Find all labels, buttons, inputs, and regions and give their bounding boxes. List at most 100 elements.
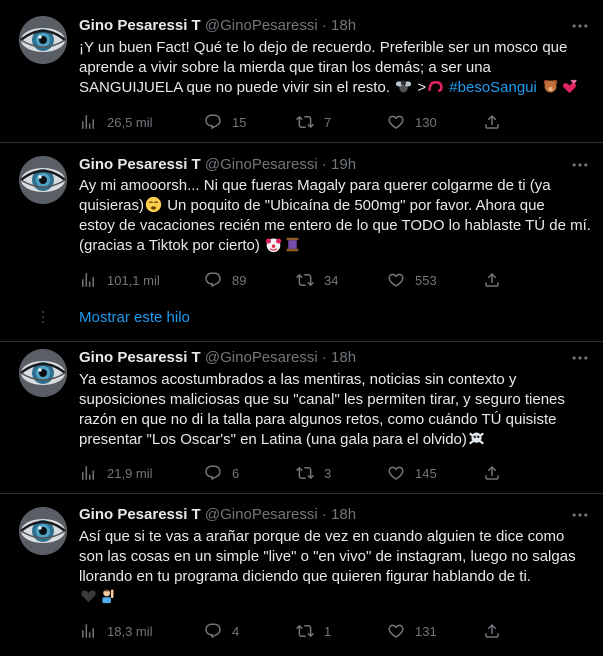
more-icon[interactable] (570, 505, 590, 525)
black-heart-emoji-icon (81, 590, 96, 603)
retweet-count: 7 (324, 114, 332, 130)
clown-face-emoji-icon (265, 238, 282, 253)
reply-button[interactable]: 15 (204, 112, 246, 132)
reply-button[interactable]: 6 (204, 463, 239, 483)
avatar[interactable] (19, 349, 67, 397)
separator: · (321, 506, 327, 523)
tweet-line: presentar "Los Oscar's" en Latina (una g… (79, 430, 589, 450)
tweet-actions: 26,5 mil 15 7 130 (79, 112, 589, 132)
share-icon (483, 113, 501, 131)
tweet-header: Gino Pesaressi T @GinoPesaressi · 18h (79, 348, 356, 368)
tweet[interactable]: Gino Pesaressi T @GinoPesaressi · 18h Ya… (0, 342, 603, 494)
like-button[interactable]: 553 (387, 270, 437, 290)
tweet-text: ¡Y un buen Fact! Qué te lo dejo de recue… (79, 38, 589, 98)
views-icon (79, 464, 97, 482)
like-count: 145 (415, 465, 437, 481)
tweet[interactable]: Gino Pesaressi T @GinoPesaressi · 18h ¡Y… (0, 0, 603, 143)
share-button[interactable] (483, 112, 501, 132)
display-name[interactable]: Gino Pesaressi T (79, 506, 201, 523)
display-name[interactable]: Gino Pesaressi T (79, 17, 201, 34)
views-button[interactable]: 101,1 mil (79, 270, 160, 290)
like-icon (387, 271, 405, 289)
avatar[interactable] (19, 507, 67, 555)
like-icon (387, 464, 405, 482)
share-icon (483, 622, 501, 640)
tweet-line: aprende a vivir sobre la mierda que tira… (79, 59, 491, 76)
views-icon (79, 622, 97, 640)
tweet-line: ¡Y un buen Fact! Qué te lo dejo de recue… (79, 39, 568, 56)
retweet-button[interactable]: 1 (296, 621, 331, 641)
user-handle[interactable]: @GinoPesaressi (205, 349, 318, 366)
timestamp[interactable]: 18h (331, 506, 356, 523)
retweet-count: 1 (324, 623, 332, 639)
timestamp[interactable]: 18h (331, 17, 356, 34)
share-button[interactable] (483, 621, 501, 641)
views-icon (79, 113, 97, 131)
retweet-button[interactable]: 7 (296, 112, 331, 132)
tweet-line-text: (gracias a Tiktok por cierto) (79, 237, 260, 254)
tweet-text: Ay mi amooorsh... Ni que fueras Magaly p… (79, 176, 591, 256)
tweet-line: SANGUIJUELA que no puede vivir sin el re… (79, 78, 589, 98)
tweet-line: estoy de vacaciones recién me entero de … (79, 217, 591, 234)
tweet-text: Así que si te vas a arañar porque de vez… (79, 527, 589, 607)
reply-button[interactable]: 4 (204, 621, 239, 641)
tweet-header: Gino Pesaressi T @GinoPesaressi · 18h (79, 505, 356, 525)
share-icon (483, 271, 501, 289)
timestamp[interactable]: 18h (331, 349, 356, 366)
reply-icon (204, 464, 222, 482)
reply-icon (204, 113, 222, 131)
like-button[interactable]: 130 (387, 112, 437, 132)
retweet-button[interactable]: 34 (296, 270, 338, 290)
share-icon (483, 464, 501, 482)
tweet-line: son las cosas en un simple "live" o "en … (79, 548, 576, 565)
retweet-count: 3 (324, 465, 332, 481)
tweet-line: (gracias a Tiktok por cierto) (79, 236, 589, 256)
tweet-header: Gino Pesaressi T @GinoPesaressi · 19h (79, 155, 356, 175)
share-button[interactable] (483, 270, 501, 290)
display-name[interactable]: Gino Pesaressi T (79, 156, 201, 173)
display-name[interactable]: Gino Pesaressi T (79, 349, 201, 366)
timeline: Gino Pesaressi T @GinoPesaressi · 18h ¡Y… (0, 0, 603, 656)
more-icon[interactable] (570, 155, 590, 175)
like-button[interactable]: 145 (387, 463, 437, 483)
tweet-line: Ay mi amooorsh... Ni que fueras Magaly p… (79, 177, 551, 194)
views-button[interactable]: 26,5 mil (79, 112, 153, 132)
views-count: 101,1 mil (107, 272, 160, 288)
more-icon[interactable] (570, 16, 590, 36)
tweet-line-text: Un poquito de "Ubicaína de 500mg" por fa… (163, 197, 545, 214)
separator: · (321, 156, 327, 173)
hashtag-link[interactable]: #besoSangui (449, 79, 537, 96)
avatar[interactable] (19, 156, 67, 204)
tweet-line: quisieras) Un poquito de "Ubicaína de 50… (79, 196, 589, 216)
user-handle[interactable]: @GinoPesaressi (205, 17, 318, 34)
thread-connector (42, 311, 44, 326)
tweet-line: suposiciones maliciosas que su "canal" l… (79, 391, 565, 408)
views-button[interactable]: 18,3 mil (79, 621, 153, 641)
more-icon[interactable] (570, 348, 590, 368)
bear-emoji-icon (543, 79, 558, 93)
reply-count: 15 (232, 114, 247, 130)
user-handle[interactable]: @GinoPesaressi (205, 506, 318, 523)
avatar[interactable] (19, 16, 67, 64)
tweet[interactable]: Gino Pesaressi T @GinoPesaressi · 18h As… (0, 494, 603, 656)
tweet-line: llorando en tu programa diciendo que qui… (79, 568, 531, 585)
leech-emoji-icon (428, 80, 443, 93)
user-handle[interactable]: @GinoPesaressi (205, 156, 318, 173)
reply-icon (204, 622, 222, 640)
retweet-icon (296, 622, 314, 640)
retweet-button[interactable]: 3 (296, 463, 331, 483)
tweet-line-text: SANGUIJUELA que no puede vivir sin el re… (79, 79, 390, 96)
views-button[interactable]: 21,9 mil (79, 463, 153, 483)
like-count: 553 (415, 272, 437, 288)
show-thread-link[interactable]: Mostrar este hilo (79, 308, 190, 328)
tweet[interactable]: Gino Pesaressi T @GinoPesaressi · 19h Ay… (0, 143, 603, 342)
timestamp[interactable]: 19h (331, 156, 356, 173)
share-button[interactable] (483, 463, 501, 483)
tweet-line: razón en que no di la talla para algunos… (79, 411, 557, 428)
retweet-icon (296, 113, 314, 131)
like-icon (387, 113, 405, 131)
like-button[interactable]: 131 (387, 621, 437, 641)
reply-button[interactable]: 89 (204, 270, 246, 290)
views-icon (79, 271, 97, 289)
views-count: 26,5 mil (107, 114, 153, 130)
